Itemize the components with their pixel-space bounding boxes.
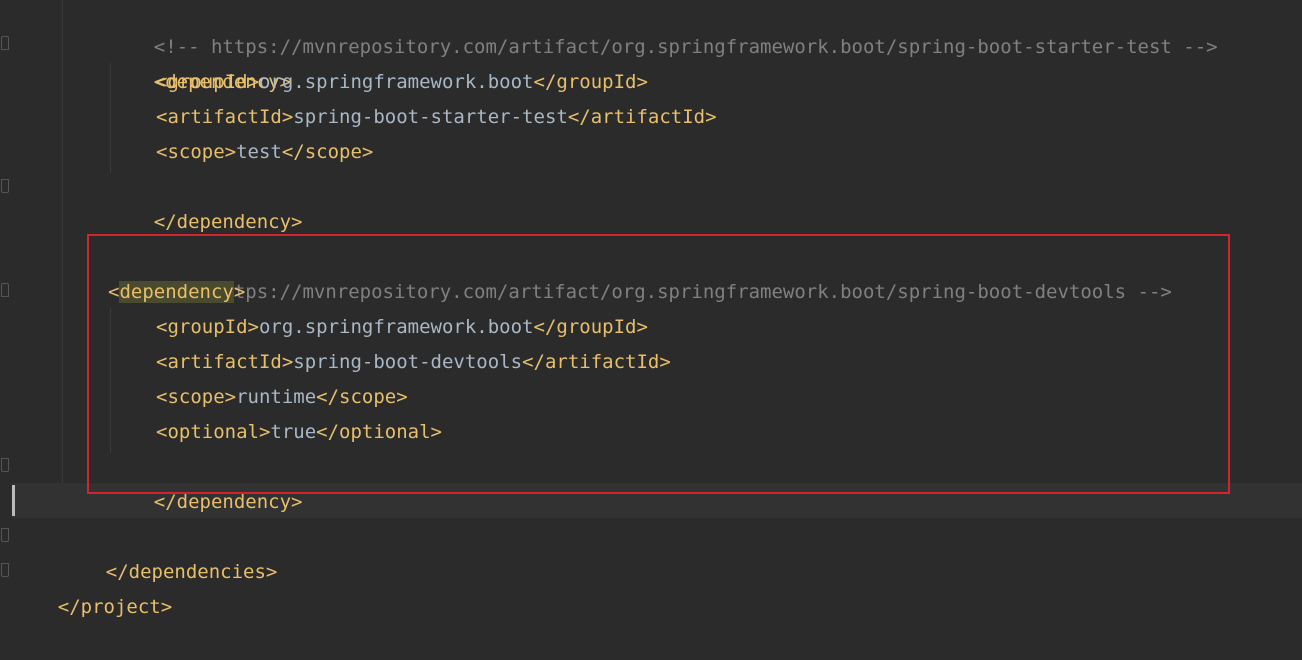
fold-marker-icon[interactable] — [1, 283, 9, 297]
xml-open-tag: <scope> — [156, 141, 237, 163]
code-line[interactable]: </project> — [12, 555, 172, 618]
xml-close-tag: </scope> — [281, 141, 374, 163]
xml-text: org.springframework.boot — [258, 71, 534, 93]
indent-guide — [62, 0, 63, 483]
xml-open-tag: <artifactId> — [156, 106, 294, 128]
code-line[interactable]: <groupId>org.springframework.boot</group… — [156, 65, 648, 100]
xml-text: spring-boot-starter-test — [293, 106, 568, 128]
xml-comment: <!-- https://mvnrepository.com/artifact/… — [153, 36, 1218, 58]
xml-close-tag: </artifactId> — [567, 106, 717, 128]
fold-marker-icon[interactable] — [1, 36, 9, 50]
code-line[interactable]: <scope>test</scope> — [156, 135, 373, 170]
annotation-highlight-box — [87, 234, 1230, 494]
xml-close-tag: </groupId> — [533, 71, 648, 93]
xml-close-tag: </dependency> — [153, 491, 303, 513]
xml-close-tag: </dependency> — [153, 211, 303, 233]
fold-marker-icon[interactable] — [1, 528, 9, 542]
editor-gutter — [0, 0, 12, 598]
fold-marker-icon[interactable] — [1, 458, 9, 472]
code-line[interactable]: </dependencies> — [60, 520, 278, 583]
xml-text: test — [236, 141, 282, 163]
xml-open-tag: <groupId> — [156, 71, 259, 93]
fold-marker-icon[interactable] — [1, 563, 9, 577]
xml-close-tag: </project> — [57, 596, 173, 618]
fold-marker-icon[interactable] — [1, 179, 9, 193]
code-line[interactable]: <dependency> — [108, 30, 291, 93]
code-line-comment[interactable]: <!-- https://mvnrepository.com/artifact/… — [108, 0, 1218, 58]
code-line[interactable]: <artifactId>spring-boot-starter-test</ar… — [156, 100, 717, 135]
code-line[interactable]: </dependency> — [108, 170, 303, 233]
text-cursor — [12, 485, 15, 516]
code-editor[interactable]: <!-- https://mvnrepository.com/artifact/… — [0, 0, 1302, 618]
